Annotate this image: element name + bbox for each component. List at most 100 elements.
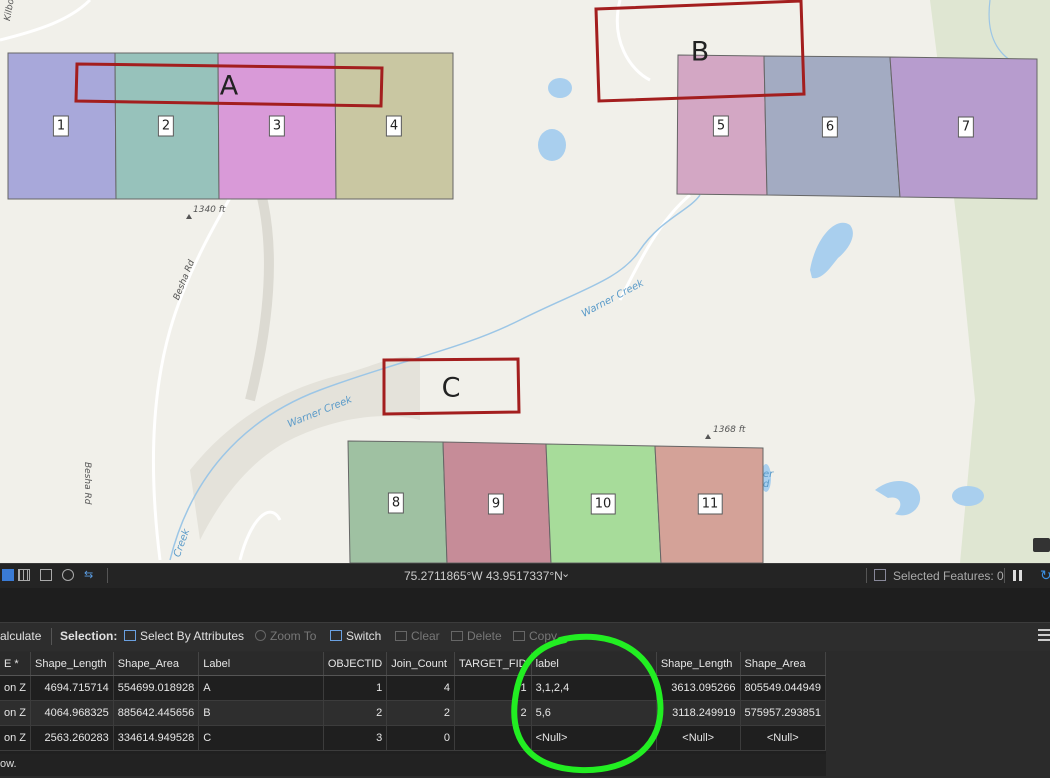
parcel-label: 2 — [157, 115, 175, 137]
map-tool-icon[interactable] — [1033, 538, 1050, 552]
table-cell[interactable]: 4064.968325 — [30, 700, 114, 726]
table-cell[interactable]: 3,1,2,4 — [531, 675, 657, 701]
zoom-to-button[interactable]: Zoom To — [255, 629, 316, 643]
column-header[interactable]: Shape_Length — [656, 652, 741, 676]
table-cell[interactable]: 2 — [386, 700, 455, 726]
peak-icon — [705, 434, 711, 439]
elevation-label: 1368 ft — [713, 425, 746, 435]
parcel-label: 3 — [268, 115, 286, 137]
table-cell[interactable]: on Z — [0, 725, 32, 751]
table-cell[interactable]: <Null> — [656, 725, 741, 751]
table-toolbar: alculate Selection: Select By Attributes… — [0, 622, 1050, 651]
table-cell[interactable]: 805549.044949 — [740, 675, 826, 701]
snapping-icon[interactable] — [40, 569, 52, 581]
table-cell[interactable]: on Z — [0, 675, 32, 701]
refresh-icon[interactable]: ↻ — [1040, 568, 1050, 584]
table-cell[interactable] — [454, 725, 532, 751]
pause-icon[interactable] — [1013, 570, 1016, 581]
pause-drawing-icon[interactable]: ⇆ — [84, 569, 98, 581]
parcel-label: 10 — [590, 493, 616, 515]
zone-label: A — [219, 70, 239, 102]
map-view[interactable]: 1 2 3 4 5 6 7 8 9 10 11 A B C 1340 ft 13… — [0, 0, 1050, 563]
table-cell[interactable]: 2 — [454, 700, 532, 726]
zone-label: B — [690, 36, 710, 68]
divider — [107, 568, 108, 583]
table-cell[interactable]: 5,6 — [531, 700, 657, 726]
table-cell[interactable]: 4694.715714 — [30, 675, 114, 701]
basemap — [0, 0, 1050, 563]
table-cell[interactable]: A — [198, 675, 324, 701]
column-header[interactable]: Shape_Area — [740, 652, 826, 676]
column-header[interactable]: Join_Count — [386, 652, 455, 676]
elevation-label: 1340 ft — [193, 205, 226, 215]
column-header[interactable]: OBJECTID — [323, 652, 388, 676]
pond — [538, 129, 566, 161]
table-cell[interactable]: 3 — [323, 725, 388, 751]
delete-label: Delete — [467, 629, 502, 643]
table-cell[interactable]: 4 — [386, 675, 455, 701]
chevron-down-icon[interactable]: ⌄ — [561, 567, 570, 580]
calculate-button[interactable]: alculate — [0, 629, 41, 643]
table-cell[interactable]: 334614.949528 — [113, 725, 200, 751]
select-by-attributes-button[interactable]: Select By Attributes — [124, 629, 244, 643]
table-row[interactable]: on Z 4064.968325 885642.445656 B 2 2 2 5… — [0, 700, 826, 726]
zoom-to-label: Zoom To — [270, 629, 317, 643]
table-cell[interactable]: on Z — [0, 700, 32, 726]
table-cell[interactable]: 3118.249919 — [656, 700, 741, 726]
road — [238, 510, 282, 561]
clear-button[interactable]: Clear — [395, 629, 440, 643]
switch-button[interactable]: Switch — [330, 629, 381, 643]
table-row[interactable]: on Z 4694.715714 554699.018928 A 1 4 1 3… — [0, 675, 826, 701]
table-cell[interactable]: 0 — [386, 725, 455, 751]
selected-features-count[interactable]: Selected Features: 0 — [893, 569, 1004, 583]
parcel-label: 4 — [385, 115, 403, 137]
peak-icon — [186, 214, 192, 219]
menu-icon[interactable] — [1038, 629, 1050, 631]
constraints-icon[interactable] — [62, 569, 74, 581]
table-cell[interactable]: 2563.260283 — [30, 725, 114, 751]
parcel-label: 9 — [487, 493, 505, 515]
divider — [51, 628, 52, 645]
attribute-table-grid: E * Shape_Length Shape_Area Label OBJECT… — [0, 652, 826, 751]
table-cell[interactable]: B — [198, 700, 324, 726]
select-by-attributes-label: Select By Attributes — [140, 629, 245, 643]
pond — [810, 222, 853, 279]
table-row[interactable]: on Z 2563.260283 334614.949528 C 3 0 <Nu… — [0, 725, 826, 751]
table-cell[interactable]: 885642.445656 — [113, 700, 200, 726]
selected-features-icon — [874, 569, 886, 581]
parcel-label: 5 — [712, 115, 730, 137]
coordinate-readout[interactable]: 75.2711865°W 43.9517337°N — [404, 569, 563, 583]
column-header[interactable]: Label — [198, 652, 324, 676]
selection-label: Selection: — [60, 629, 118, 643]
clear-icon — [395, 631, 407, 641]
pane-separator — [0, 588, 1050, 622]
column-header[interactable]: TARGET_FID — [454, 652, 532, 676]
table-cell[interactable]: 575957.293851 — [740, 700, 826, 726]
table-header-row: E * Shape_Length Shape_Area Label OBJECT… — [0, 652, 826, 676]
map-status-bar: ⇆ 75.2711865°W 43.9517337°N ⌄ Selected F… — [0, 563, 1050, 588]
table-cell[interactable]: <Null> — [531, 725, 657, 751]
table-cell[interactable]: 3613.095266 — [656, 675, 741, 701]
delete-button[interactable]: Delete — [451, 629, 502, 643]
pond — [548, 78, 572, 98]
table-cell[interactable]: 1 — [454, 675, 532, 701]
table-cell[interactable]: 2 — [323, 700, 388, 726]
switch-label: Switch — [346, 629, 382, 643]
copy-button[interactable]: Copy — [513, 629, 557, 643]
table-cell[interactable]: 1 — [323, 675, 388, 701]
column-header[interactable]: label — [531, 652, 657, 676]
column-header[interactable]: E * — [0, 652, 32, 676]
footer-status-text: ow. — [0, 758, 17, 770]
table-cell[interactable]: <Null> — [740, 725, 826, 751]
delete-icon — [451, 631, 463, 641]
column-header[interactable]: Shape_Area — [113, 652, 200, 676]
grid-icon[interactable] — [18, 569, 30, 581]
column-header[interactable]: Shape_Length — [30, 652, 114, 676]
pond — [952, 486, 984, 506]
parcel-label: 6 — [821, 116, 839, 138]
parcel-label: 1 — [52, 115, 70, 137]
table-cell[interactable]: C — [198, 725, 324, 751]
table-cell[interactable]: 554699.018928 — [113, 675, 200, 701]
add-icon[interactable] — [2, 569, 14, 581]
pond — [875, 481, 921, 516]
